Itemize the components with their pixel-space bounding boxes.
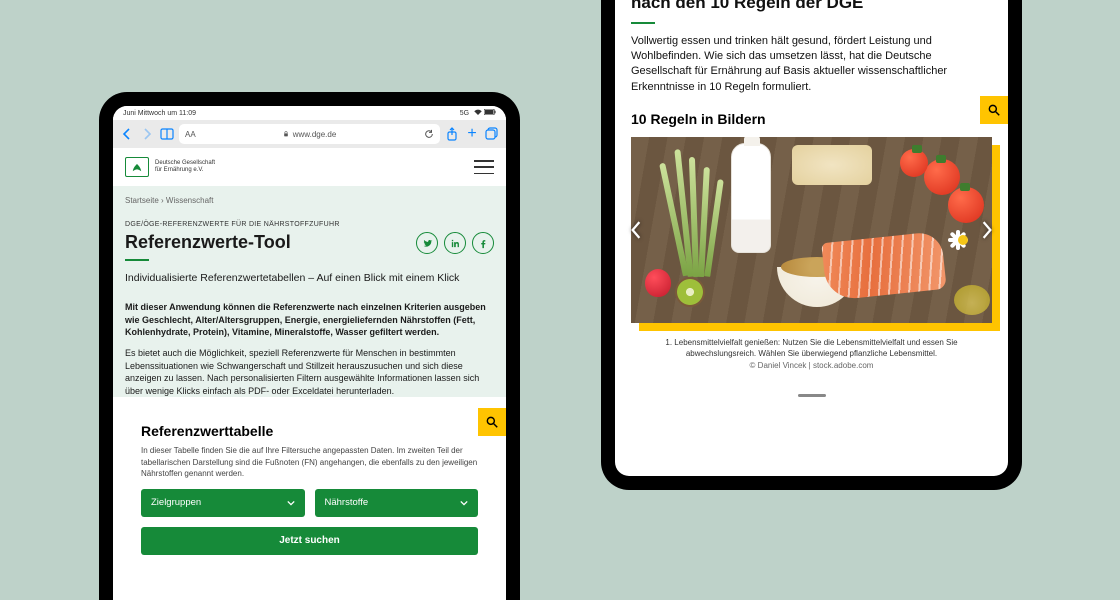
table-heading: Referenzwerttabelle — [141, 423, 478, 439]
new-tab-icon[interactable]: + — [464, 126, 480, 142]
share-icons — [416, 232, 494, 254]
breadcrumb[interactable]: Startseite › Wissenschaft — [125, 196, 494, 205]
page-title: Vollwertig essen und trinken nach den 10… — [631, 0, 904, 14]
page-content-left: Deutsche Gesellschaftfür Ernährung e.V. … — [113, 148, 506, 600]
ios-status-bar: Juni Mittwoch um 11:09 5G — [113, 106, 506, 120]
home-indicator — [798, 394, 826, 397]
status-network: 5G — [460, 109, 496, 117]
menu-icon[interactable] — [474, 160, 494, 174]
carousel-image[interactable] — [631, 137, 992, 323]
twitter-icon[interactable] — [416, 232, 438, 254]
forward-button[interactable] — [139, 126, 155, 142]
image-carousel — [631, 137, 992, 323]
carousel-caption: 1. Lebensmittelvielfalt genießen: Nutzen… — [633, 337, 990, 359]
logo[interactable]: Deutsche Gesellschaftfür Ernährung e.V. — [125, 157, 215, 177]
facebook-icon[interactable] — [472, 232, 494, 254]
back-button[interactable] — [119, 126, 135, 142]
carousel-prev-icon[interactable] — [627, 221, 645, 239]
battery-icon — [484, 109, 496, 115]
select-naehrstoffe[interactable]: Nährstoffe — [315, 489, 479, 517]
logo-mark — [125, 157, 149, 177]
bookmarks-icon[interactable] — [159, 126, 175, 142]
intro-bold: Mit dieser Anwendung können die Referenz… — [125, 301, 494, 339]
lock-icon — [283, 131, 289, 137]
carousel-next-icon[interactable] — [978, 221, 996, 239]
site-header: Deutsche Gesellschaftfür Ernährung e.V. — [113, 148, 506, 186]
url-bar[interactable]: AA www.dge.de — [179, 124, 440, 144]
share-icon[interactable] — [444, 126, 460, 142]
safari-toolbar: AA www.dge.de + — [113, 120, 506, 148]
url-text: www.dge.de — [293, 130, 337, 139]
eyebrow: DGE/ÖGE-REFERENZWERTE FÜR DIE NÄHRSTOFFZ… — [125, 221, 494, 228]
title-rule — [125, 259, 149, 261]
chevron-down-icon — [287, 499, 295, 507]
chevron-down-icon — [460, 499, 468, 507]
search-button[interactable]: Jetzt suchen — [141, 527, 478, 555]
screen-left: Juni Mittwoch um 11:09 5G AA www.dge.de … — [113, 106, 506, 600]
logo-text: Deutsche Gesellschaftfür Ernährung e.V. — [155, 160, 215, 174]
site-search-button[interactable] — [478, 408, 506, 436]
select-zielgruppen[interactable]: Zielgruppen — [141, 489, 305, 517]
site-search-button[interactable] — [980, 96, 1008, 124]
page-title: Referenzwerte-Tool — [125, 232, 291, 253]
linkedin-icon[interactable] — [444, 232, 466, 254]
reference-table-card: Referenzwerttabelle In dieser Tabelle fi… — [125, 409, 494, 569]
reader-aa[interactable]: AA — [185, 130, 196, 139]
table-description: In dieser Tabelle finden Sie die auf Ihr… — [141, 445, 478, 479]
status-datetime: Juni Mittwoch um 11:09 — [123, 110, 196, 117]
subheading: Individualisierte Referenzwertetabellen … — [125, 271, 494, 285]
intro-body: Es bietet auch die Möglichkeit, speziell… — [125, 347, 494, 397]
tabs-icon[interactable] — [484, 126, 500, 142]
screen-right: 10 REGELN DER DGE Vollwertig essen und t… — [615, 0, 1008, 476]
reload-icon[interactable] — [424, 129, 434, 139]
section-heading: 10 Regeln in Bildern — [615, 111, 1008, 127]
lead-paragraph: Vollwertig essen und trinken hält gesund… — [631, 34, 992, 96]
title-rule — [631, 22, 655, 24]
tablet-right: 10 REGELN DER DGE Vollwertig essen und t… — [601, 0, 1022, 490]
tablet-left: Juni Mittwoch um 11:09 5G AA www.dge.de … — [99, 92, 520, 600]
wifi-icon — [474, 109, 482, 115]
image-credit: © Daniel Vincek | stock.adobe.com — [615, 361, 1008, 370]
